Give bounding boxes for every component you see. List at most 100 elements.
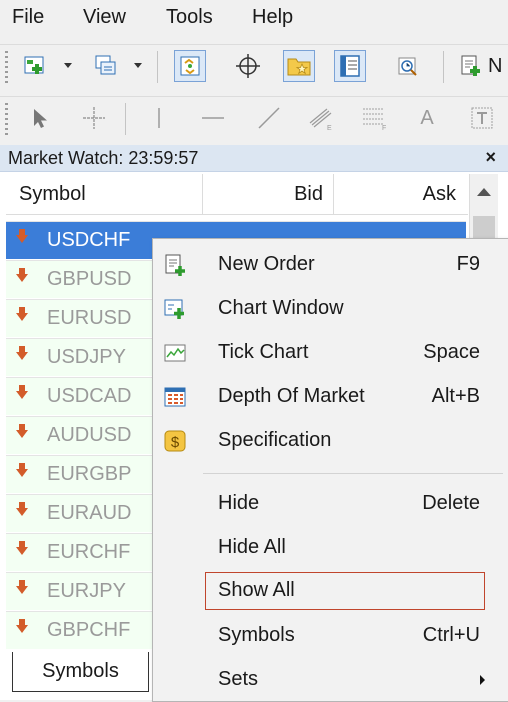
menu-item-hide-all[interactable]: Hide All (153, 529, 507, 567)
menu-bar: File View Tools Help (0, 0, 508, 36)
menu-item-chart-window[interactable]: Chart Window (153, 290, 507, 328)
down-arrow-icon (16, 346, 28, 360)
profiles-button[interactable] (90, 50, 122, 82)
svg-text:$: $ (171, 434, 180, 451)
horizontal-line-tool[interactable] (197, 102, 229, 134)
close-icon[interactable]: × (485, 147, 496, 168)
new-order-label[interactable]: N (488, 55, 502, 78)
menu-item-sets[interactable]: Sets (153, 661, 507, 699)
symbol-name: EURAUD (47, 502, 132, 524)
horizontal-line-icon (202, 117, 224, 119)
crosshair-line-icon (83, 107, 105, 129)
down-arrow-icon (16, 502, 28, 516)
menu-item-new-order[interactable]: New Order F9 (153, 246, 507, 284)
menu-item-label: Show All (218, 579, 295, 601)
tab-symbols[interactable]: Symbols (12, 652, 149, 692)
scroll-up-icon[interactable] (477, 188, 491, 196)
menu-item-hide[interactable]: Hide Delete (153, 485, 507, 523)
symbol-name: EURCHF (47, 541, 131, 563)
cursor-icon (34, 109, 47, 128)
symbol-name: EURGBP (47, 463, 132, 485)
navigator-button[interactable] (283, 50, 315, 82)
terminal-button[interactable] (334, 50, 366, 82)
new-chart-dropdown-icon[interactable] (64, 63, 72, 68)
menu-tools[interactable]: Tools (166, 6, 213, 29)
menu-item-specification[interactable]: $ Specification (153, 422, 507, 460)
menu-item-label: New Order (218, 253, 315, 275)
market-watch-title: Market Watch: 23:59:57 (8, 148, 199, 168)
navigator-icon (287, 58, 311, 76)
strategy-tester-icon (398, 57, 417, 76)
column-header-bid[interactable]: Bid (203, 174, 334, 215)
column-header-label: Bid (294, 183, 323, 205)
market-watch-button[interactable] (174, 50, 206, 82)
text-tool[interactable]: A (411, 102, 443, 134)
text-label-tool[interactable] (466, 102, 498, 134)
down-arrow-icon (16, 580, 28, 594)
svg-text:F: F (382, 125, 386, 131)
trendline-tool[interactable] (253, 102, 285, 134)
toolbar-separator (125, 103, 126, 135)
menu-item-label: Symbols (218, 624, 295, 646)
terminal-icon (340, 55, 360, 77)
toolbar-grip[interactable] (5, 51, 8, 83)
menu-divider (203, 473, 503, 474)
menu-item-shortcut: Alt+B (431, 385, 480, 407)
context-menu: New Order F9 Chart Window Tick Chart Spa… (152, 238, 508, 702)
down-arrow-icon (16, 307, 28, 321)
trendline-icon (258, 107, 280, 129)
menu-item-label: Tick Chart (218, 341, 309, 363)
down-arrow-icon (16, 619, 28, 633)
toolbar-grip[interactable] (5, 103, 8, 135)
new-chart-button[interactable] (20, 50, 52, 82)
new-order-button[interactable] (455, 50, 487, 82)
symbol-name: GBPUSD (47, 268, 132, 290)
symbol-name: USDCHF (47, 229, 131, 251)
column-header-label: Symbol (19, 183, 86, 205)
equidistant-channel-tool[interactable]: E (305, 102, 337, 134)
menu-item-symbols[interactable]: Symbols Ctrl+U (153, 617, 507, 655)
specification-icon: $ (164, 430, 186, 452)
menu-item-shortcut: Ctrl+U (422, 624, 480, 646)
menu-item-label: Hide All (218, 536, 286, 558)
crosshair-tool[interactable] (78, 102, 110, 134)
down-arrow-icon (16, 541, 28, 555)
menu-item-label: Specification (218, 429, 332, 451)
profiles-dropdown-icon[interactable] (134, 63, 142, 68)
down-arrow-icon (16, 424, 28, 438)
standard-toolbar: N (0, 44, 508, 89)
column-header-label: Ask (422, 183, 456, 205)
fibonacci-icon: F (363, 108, 386, 131)
new-chart-icon (24, 56, 44, 74)
cursor-tool[interactable] (24, 102, 56, 134)
menu-help[interactable]: Help (252, 6, 293, 29)
menu-item-depth-of-market[interactable]: Depth Of Market Alt+B (153, 378, 507, 416)
column-header-symbol[interactable]: Symbol (6, 174, 203, 215)
depth-of-market-icon (164, 387, 186, 407)
profiles-icon (95, 55, 116, 75)
strategy-tester-button[interactable] (392, 50, 424, 82)
fibonacci-tool[interactable]: F (358, 102, 390, 134)
market-watch-titlebar: Market Watch: 23:59:57 × (0, 145, 508, 172)
svg-text:E: E (327, 125, 332, 131)
menu-item-show-all[interactable]: Show All (205, 572, 485, 610)
equidistant-channel-icon: E (309, 108, 332, 131)
symbol-name: EURUSD (47, 307, 132, 329)
menu-file[interactable]: File (12, 6, 44, 29)
menu-view[interactable]: View (83, 6, 126, 29)
text-tool-icon: A (420, 106, 434, 129)
menu-item-tick-chart[interactable]: Tick Chart Space (153, 334, 507, 372)
market-watch-icon (180, 56, 200, 76)
down-arrow-icon (16, 463, 28, 477)
symbol-name: GBPCHF (47, 619, 131, 641)
data-window-button[interactable] (232, 50, 264, 82)
toolbar-separator (443, 51, 444, 83)
menu-item-label: Sets (218, 668, 259, 690)
vertical-line-tool[interactable] (143, 102, 175, 134)
new-order-icon (461, 55, 480, 76)
tick-chart-icon (164, 344, 186, 362)
symbol-name: USDJPY (47, 346, 126, 368)
down-arrow-icon (16, 385, 28, 399)
new-order-icon (165, 254, 185, 276)
column-header-ask[interactable]: Ask (334, 174, 468, 215)
